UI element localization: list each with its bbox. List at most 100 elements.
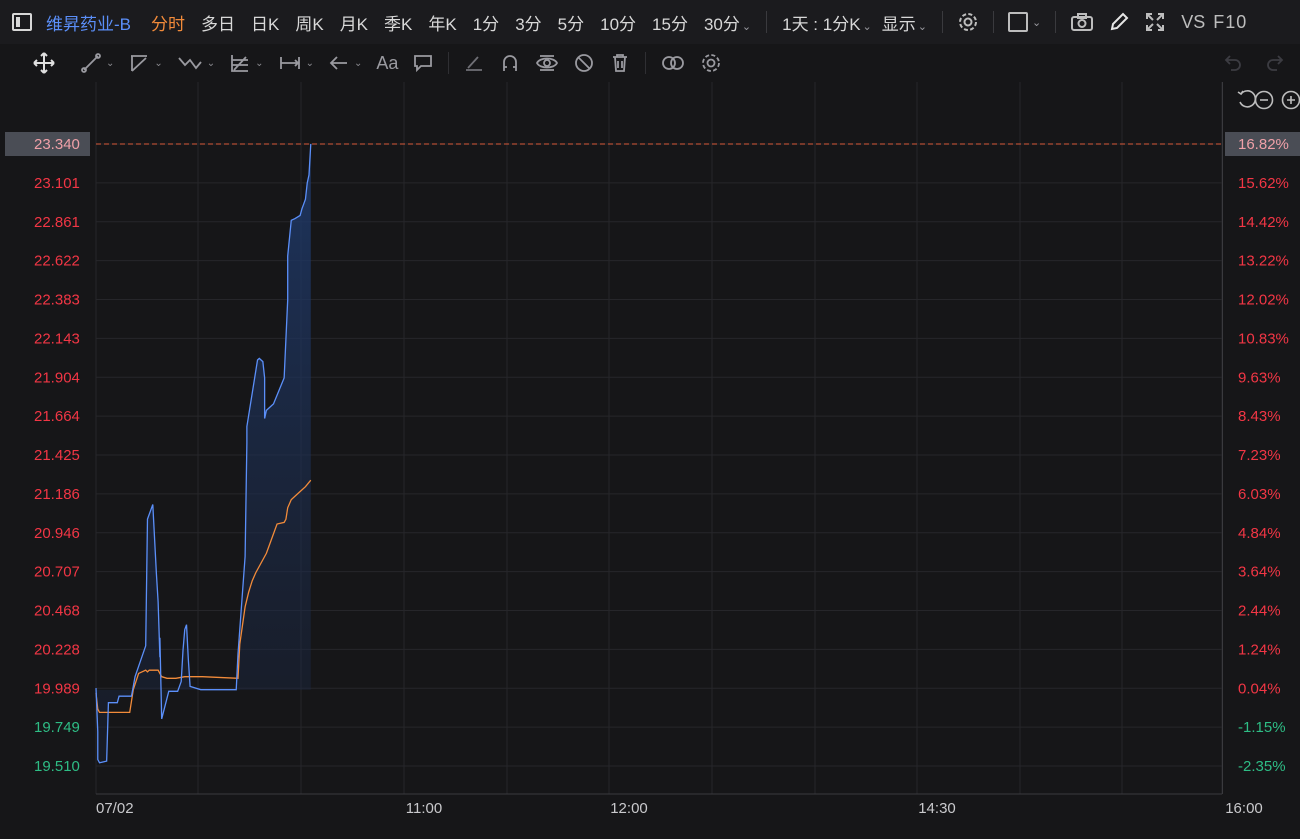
toolbar-divider: [766, 11, 768, 33]
price-tick-label: 20.468: [34, 603, 80, 620]
tab-period-yearly[interactable]: 年K: [428, 10, 456, 35]
percent-tick-label: -1.15%: [1238, 719, 1286, 736]
overlay-icon[interactable]: [660, 52, 686, 74]
tab-period-daily[interactable]: 日K: [251, 10, 279, 35]
reset-zoom-icon[interactable]: [1237, 90, 1257, 108]
tab-period-30min-label: 30分: [703, 14, 740, 34]
intraday-chart[interactable]: 23.340 23.101 22.861 22.622 22.383 22.143 21.9…: [0, 82, 1300, 839]
percent-tick-label: 6.03%: [1238, 486, 1281, 503]
tab-period-1min[interactable]: 1分: [473, 10, 499, 35]
price-tick-label: 20.228: [34, 641, 80, 658]
camera-icon[interactable]: [1070, 12, 1094, 32]
channel-tool-icon[interactable]: ⌄: [128, 52, 163, 74]
price-tick-label: 19.989: [34, 680, 80, 697]
measure-tool-icon[interactable]: ⌄: [278, 52, 314, 74]
gear-icon[interactable]: [957, 11, 979, 33]
tab-period-15min[interactable]: 15分: [652, 10, 688, 35]
pen-icon[interactable]: [463, 52, 485, 74]
price-tick-label: 19.749: [34, 719, 80, 736]
toolbar-divider: [448, 52, 450, 74]
price-area-fill: [96, 144, 311, 763]
settings-icon[interactable]: [700, 52, 722, 74]
eye-lock-icon[interactable]: [535, 52, 559, 74]
top-toolbar: 维昇药业-B 分时 多日 日K 周K 月K 季K 年K 1分 3分 5分 10分…: [0, 0, 1300, 44]
range-select[interactable]: 1天 : 1分K ⌄: [782, 10, 872, 35]
tab-period-intraday[interactable]: 分时: [151, 10, 185, 35]
tab-period-5min[interactable]: 5分: [558, 10, 584, 35]
zoom-controls: [1237, 90, 1300, 110]
f10-button[interactable]: F10: [1213, 12, 1247, 33]
toolbar-divider: [941, 11, 943, 33]
price-tick-label: 20.946: [34, 525, 80, 542]
display-menu[interactable]: 显示 ⌄: [882, 10, 927, 35]
toolbar-divider: [1055, 11, 1057, 33]
arrow-tool-icon[interactable]: ⌄: [328, 52, 362, 74]
price-tick-label: 21.425: [34, 447, 80, 464]
percent-tick-label: 2.44%: [1238, 603, 1281, 620]
tab-period-quarterly[interactable]: 季K: [384, 10, 412, 35]
chevron-down-icon: ⌄: [917, 20, 927, 33]
price-tick-label: 20.707: [34, 564, 80, 581]
left-price-axis: 23.340 23.101 22.861 22.622 22.383 22.143 21.9…: [5, 132, 90, 775]
price-tick-label: 22.622: [34, 253, 80, 270]
tab-period-monthly[interactable]: 月K: [340, 10, 368, 35]
price-tick-label: 23.340: [34, 136, 80, 153]
text-tool-icon[interactable]: Aa: [376, 53, 398, 74]
percent-tick-label: 0.04%: [1238, 680, 1281, 697]
price-tick-label: 22.143: [34, 330, 80, 347]
time-tick-label: 11:00: [406, 800, 442, 817]
time-tick-label: 14:30: [918, 800, 956, 817]
pencil-icon[interactable]: [1108, 11, 1130, 33]
comment-tool-icon[interactable]: [412, 52, 434, 74]
price-tick-label: 21.664: [34, 408, 80, 425]
layout-toggle-icon[interactable]: [12, 13, 32, 31]
fullscreen-icon[interactable]: [1144, 11, 1166, 33]
tab-period-multiday[interactable]: 多日: [201, 10, 235, 35]
time-axis: 07/02 11:00 12:00 14:30 16:00: [96, 800, 1263, 817]
toolbar-divider: [992, 11, 994, 33]
time-tick-label: 16:00: [1225, 800, 1263, 817]
percent-tick-label: 8.43%: [1238, 408, 1281, 425]
price-tick-label: 21.904: [34, 369, 80, 386]
price-tick-label: 23.101: [34, 175, 80, 192]
tab-period-30min[interactable]: 30分 ⌄: [704, 10, 751, 35]
zoom-out-icon[interactable]: [1254, 90, 1274, 110]
undo-icon[interactable]: [1222, 52, 1244, 74]
time-tick-label: 12:00: [610, 800, 648, 817]
percent-tick-label: 15.62%: [1238, 175, 1289, 192]
time-tick-label: 07/02: [96, 800, 134, 817]
tab-period-3min[interactable]: 3分: [515, 10, 541, 35]
percent-tick-label: 9.63%: [1238, 369, 1281, 386]
range-select-label: 1天 : 1分K: [782, 14, 861, 34]
percent-tick-label: 16.82%: [1238, 136, 1289, 153]
hide-icon[interactable]: [573, 52, 595, 74]
redo-icon[interactable]: [1264, 52, 1286, 74]
drawing-toolbar: ⌄ ⌄ ⌄ ⌄ ⌄ ⌄ Aa: [0, 44, 1300, 82]
percent-tick-label: 10.83%: [1238, 330, 1289, 347]
chevron-down-icon: ⌄: [741, 20, 752, 33]
magnet-icon[interactable]: [499, 52, 521, 74]
percent-tick-label: 13.22%: [1238, 253, 1289, 270]
line-tool-icon[interactable]: ⌄: [80, 52, 114, 74]
wave-tool-icon[interactable]: ⌄: [177, 52, 215, 74]
chevron-down-icon: ⌄: [862, 20, 872, 33]
tab-period-10min[interactable]: 10分: [600, 10, 636, 35]
price-tick-label: 22.861: [34, 214, 80, 231]
stock-name[interactable]: 维昇药业-B: [46, 10, 131, 35]
trash-icon[interactable]: [609, 52, 631, 74]
percent-tick-label: -2.35%: [1238, 758, 1286, 775]
percent-tick-label: 1.24%: [1238, 641, 1281, 658]
zoom-in-icon[interactable]: [1281, 90, 1300, 110]
tab-period-weekly[interactable]: 周K: [295, 10, 323, 35]
percent-tick-label: 4.84%: [1238, 525, 1281, 542]
price-tick-label: 21.186: [34, 486, 80, 503]
indicator-box-icon[interactable]: ⌄: [1007, 12, 1041, 32]
compare-vs-button[interactable]: VS: [1181, 12, 1205, 33]
percent-tick-label: 14.42%: [1238, 214, 1289, 231]
fib-tool-icon[interactable]: ⌄: [229, 52, 264, 74]
percent-tick-label: 7.23%: [1238, 447, 1281, 464]
percent-tick-label: 3.64%: [1238, 564, 1281, 581]
price-tick-label: 19.510: [34, 758, 80, 775]
toolbar-divider: [645, 52, 647, 74]
move-icon[interactable]: [32, 51, 56, 75]
